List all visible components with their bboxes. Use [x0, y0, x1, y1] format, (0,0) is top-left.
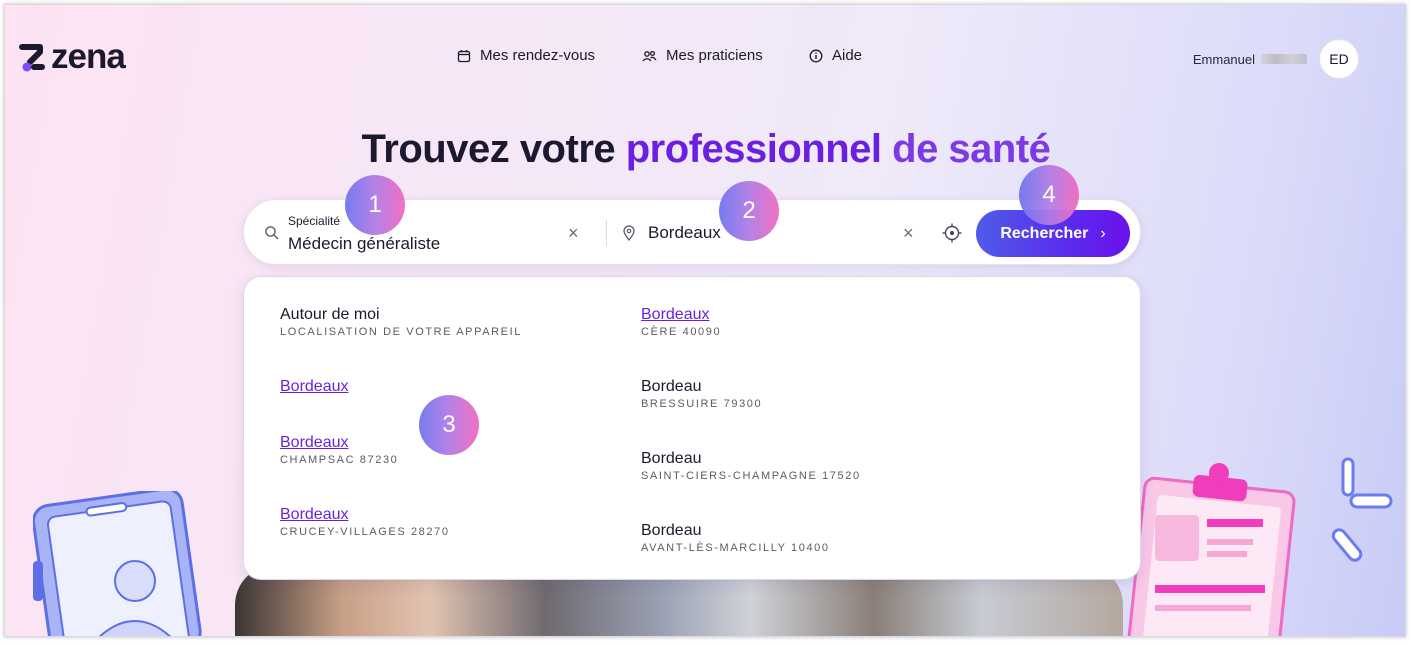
chevron-right-icon: ›	[1100, 224, 1106, 242]
suggestion-item[interactable]: Bordeau BRESSUIRE 79300	[641, 377, 762, 410]
suggestion-title: Autour de moi	[280, 306, 380, 323]
location-suggestions: Autour de moi LOCALISATION DE VOTRE APPA…	[243, 276, 1141, 580]
suggestion-subtitle: BRESSUIRE 79300	[641, 398, 763, 410]
zena-logo-icon	[19, 39, 47, 75]
nav-help[interactable]: Aide	[809, 47, 862, 64]
location-pin-icon	[623, 225, 635, 241]
user-menu[interactable]: Emmanuel ED	[1193, 39, 1359, 79]
specialty-label: Spécialité	[288, 214, 341, 228]
step-marker-1: 1	[345, 175, 405, 235]
redacted-last-name	[1261, 54, 1307, 64]
nav-help-label: Aide	[832, 47, 863, 64]
divider	[606, 220, 607, 246]
suggestion-title: Bordeau	[641, 450, 702, 467]
page-title: Trouvez votre professionnel de santé	[5, 127, 1405, 172]
calendar-icon	[457, 49, 471, 62]
suggestion-item[interactable]: Bordeau AVANT-LÈS-MARCILLY 10400	[641, 521, 830, 554]
suggestion-subtitle: LOCALISATION DE VOTRE APPAREIL	[280, 326, 522, 338]
title-part-1: Trouvez votre	[361, 127, 616, 171]
nav-appointments[interactable]: Mes rendez-vous	[457, 47, 595, 64]
suggestion-item[interactable]: Bordeaux CRUCEY-VILLAGES 28270	[280, 505, 450, 538]
suggestion-subtitle: SAINT-CIERS-CHAMPAGNE 17520	[641, 470, 861, 482]
suggestion-item[interactable]: Bordeaux CÈRE 40090	[641, 305, 721, 338]
suggestion-item[interactable]: Bordeaux	[280, 377, 349, 397]
search-button-label: Rechercher	[1000, 224, 1089, 242]
avatar[interactable]: ED	[1319, 39, 1359, 79]
suggestion-near-me[interactable]: Autour de moi LOCALISATION DE VOTRE APPA…	[280, 305, 522, 338]
suggestion-subtitle: CHAMPSAC 87230	[280, 454, 399, 466]
step-marker-4: 4	[1019, 165, 1079, 225]
phone-doctor-illustration	[33, 491, 202, 636]
nav-practitioners[interactable]: Mes praticiens	[642, 47, 763, 64]
suggestion-subtitle: AVANT-LÈS-MARCILLY 10400	[641, 542, 830, 554]
title-part-3: de santé	[892, 127, 1051, 171]
step-marker-3: 3	[419, 395, 479, 455]
specialty-input[interactable]: Médecin généraliste	[288, 234, 440, 254]
clear-specialty-button[interactable]: ×	[568, 223, 579, 244]
suggestion-title: Bordeaux	[641, 306, 710, 323]
suggestion-item[interactable]: Bordeaux CHAMPSAC 87230	[280, 433, 398, 466]
suggestion-title: Bordeau	[641, 522, 702, 539]
location-input[interactable]: Bordeaux	[648, 223, 721, 243]
nav-appointments-label: Mes rendez-vous	[480, 47, 596, 64]
search-icon	[265, 226, 279, 240]
suggestion-item[interactable]: Bordeau SAINT-CIERS-CHAMPAGNE 17520	[641, 449, 861, 482]
clear-location-button[interactable]: ×	[903, 223, 914, 244]
logo[interactable]: zena	[19, 37, 126, 76]
medical-chart-illustration	[1127, 457, 1393, 636]
crosshair-icon[interactable]	[942, 223, 962, 243]
user-first-name: Emmanuel	[1192, 51, 1255, 67]
suggestion-subtitle: CÈRE 40090	[641, 326, 722, 338]
title-part-2: professionnel	[625, 127, 882, 171]
suggestion-subtitle: CRUCEY-VILLAGES 28270	[280, 526, 450, 538]
nav-practitioners-label: Mes praticiens	[666, 47, 763, 64]
step-marker-2: 2	[719, 181, 779, 241]
info-icon	[809, 49, 823, 62]
suggestion-title: Bordeaux	[280, 378, 349, 395]
people-icon	[642, 50, 657, 61]
brand-name: zena	[51, 37, 126, 76]
suggestion-title: Bordeaux	[280, 434, 349, 451]
suggestion-title: Bordeau	[641, 378, 702, 395]
app-window: zena Mes rendez-vous Mes praticiens Aide…	[4, 4, 1406, 637]
suggestion-title: Bordeaux	[280, 506, 349, 523]
